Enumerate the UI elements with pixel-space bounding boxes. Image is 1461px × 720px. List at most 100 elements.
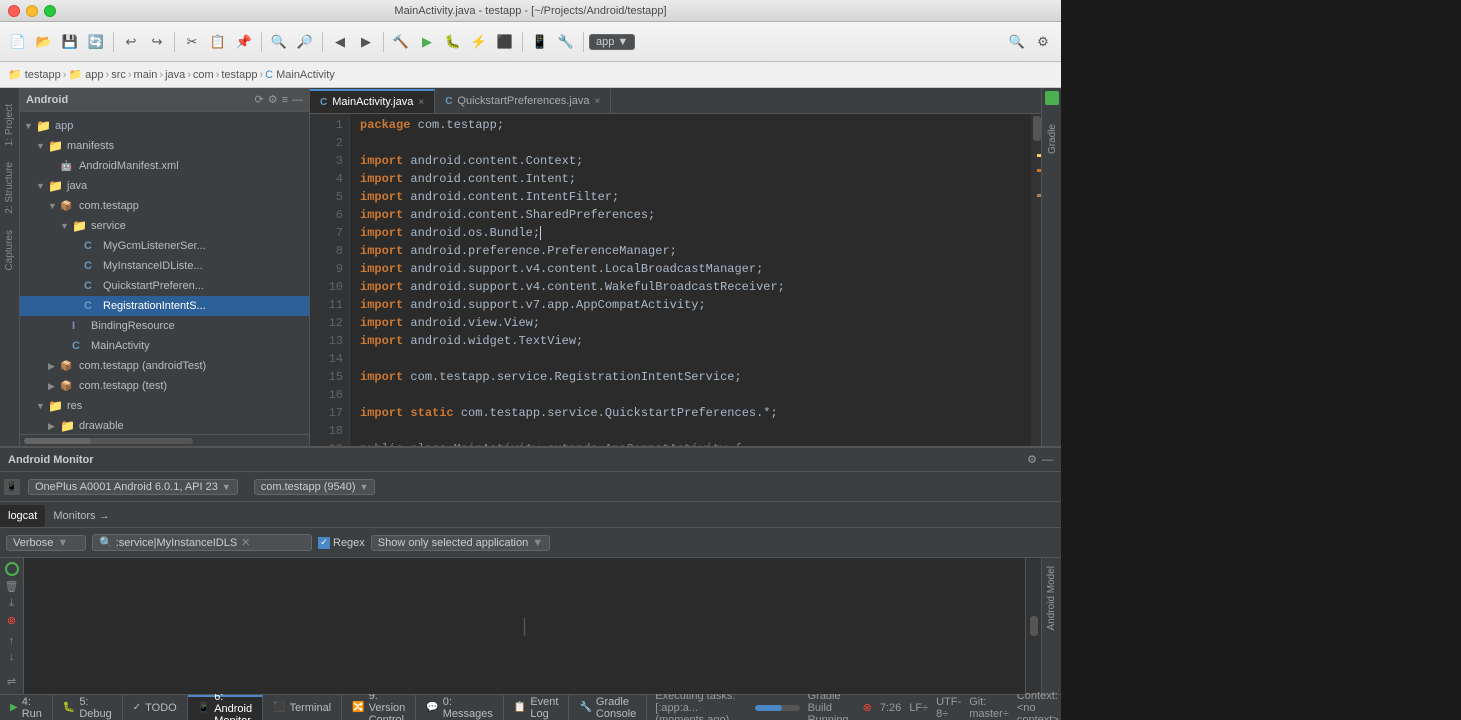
android-model-label[interactable]: Android Model [1046, 558, 1057, 638]
stop-log-icon[interactable]: ⊗ [7, 614, 16, 627]
regex-checkbox[interactable]: ✓ [318, 537, 330, 549]
progress-bar-container [755, 705, 800, 711]
replace-btn[interactable]: 🔎 [293, 30, 317, 54]
terminal-tab-icon: ⬛ [273, 702, 285, 713]
sdk-btn[interactable]: 🔧 [554, 30, 578, 54]
close-button[interactable] [8, 5, 20, 17]
open-btn[interactable]: 📂 [32, 30, 56, 54]
captures-label[interactable]: Captures [4, 222, 15, 279]
start-log-icon[interactable] [5, 562, 19, 576]
cut-btn[interactable]: ✂ [180, 30, 204, 54]
tree-item-binding[interactable]: I BindingResource [20, 316, 309, 336]
profile-btn[interactable]: ⚡ [467, 30, 491, 54]
tree-item-drawable[interactable]: ▶ 📁 drawable [20, 416, 309, 434]
device-selector[interactable]: OnePlus A0001 Android 6.0.1, API 23 ▼ [28, 479, 238, 495]
breadcrumb-app[interactable]: 📁 app [68, 68, 103, 81]
process-selector[interactable]: com.testapp (9540) ▼ [254, 479, 376, 495]
save-btn[interactable]: 💾 [58, 30, 82, 54]
breadcrumb-com[interactable]: com [193, 69, 214, 81]
stop-build-icon[interactable]: ⊗ [863, 701, 872, 714]
tab-quickstart[interactable]: C QuickstartPreferences.java × [435, 89, 611, 113]
forward-btn[interactable]: ▶ [354, 30, 378, 54]
find-btn[interactable]: 🔍 [267, 30, 291, 54]
tree-item-com-testapp[interactable]: ▼ 📦 com.testapp [20, 196, 309, 216]
breadcrumb-main[interactable]: main [134, 69, 158, 81]
search-filter[interactable]: 🔍 :service|MyInstanceIDLS ✕ [92, 534, 312, 551]
sep7 [583, 32, 584, 52]
regex-toggle[interactable]: ✓ Regex [318, 537, 365, 549]
breadcrumb-src[interactable]: src [111, 69, 126, 81]
log-level-selector[interactable]: Verbose ▼ [6, 535, 86, 551]
search-everywhere-btn[interactable]: 🔍 [1005, 30, 1029, 54]
scroll-log-icon[interactable]: ⤓ [9, 597, 14, 610]
tree-item-androidmanifest[interactable]: 🤖 AndroidManifest.xml [20, 156, 309, 176]
tab-android-monitor[interactable]: 📱 6: Android Monitor [188, 695, 263, 720]
sync-icon[interactable]: ⟳ [254, 93, 263, 106]
stop-btn[interactable]: ⬛ [493, 30, 517, 54]
monitor-minimize-icon[interactable]: — [1042, 454, 1053, 466]
undo-btn[interactable]: ↩ [119, 30, 143, 54]
tree-item-mygcm[interactable]: C MyGcmListenerSer... [20, 236, 309, 256]
tree-item-test[interactable]: ▶ 📦 com.testapp (test) [20, 376, 309, 396]
monitors-tab[interactable]: Monitors → [45, 505, 117, 527]
breadcrumb-mainactivity[interactable]: C MainActivity [265, 69, 335, 81]
settings-btn[interactable]: ⚙ [1031, 30, 1055, 54]
android-model-panel: Android Model [1041, 558, 1061, 694]
tree-item-res[interactable]: ▼ 📁 res [20, 396, 309, 416]
close-panel-icon[interactable]: — [292, 94, 303, 106]
tree-item-registration[interactable]: C RegistrationIntentS... [20, 296, 309, 316]
redo-btn[interactable]: ↪ [145, 30, 169, 54]
tab-terminal[interactable]: ⬛ Terminal [263, 695, 342, 720]
search-filter-clear[interactable]: ✕ [241, 536, 250, 549]
tree-item-app[interactable]: ▼ 📁 app [20, 116, 309, 136]
tab-version-control[interactable]: 🔀 9: Version Control [342, 695, 416, 720]
settings-icon[interactable]: ≡ [282, 94, 288, 106]
down-icon[interactable]: ↓ [9, 651, 15, 663]
tab-messages[interactable]: 💬 0: Messages [416, 695, 504, 720]
tree-item-manifests[interactable]: ▼ 📁 manifests [20, 136, 309, 156]
tree-item-androidtest[interactable]: ▶ 📦 com.testapp (androidTest) [20, 356, 309, 376]
paste-btn[interactable]: 📌 [232, 30, 256, 54]
tree-item-java[interactable]: ▼ 📁 java [20, 176, 309, 196]
gear-icon[interactable]: ⚙ [268, 93, 278, 106]
tree-item-myinstanceid[interactable]: C MyInstanceIDListe... [20, 256, 309, 276]
tree-item-mainactivity[interactable]: C MainActivity [20, 336, 309, 356]
android-monitor-panel: Android Monitor ⚙ — 📱 OnePlus A0001 Andr… [0, 446, 1061, 694]
minimize-button[interactable] [26, 5, 38, 17]
monitor-settings-icon[interactable]: ⚙ [1027, 453, 1037, 466]
run-btn[interactable]: ▶ [415, 30, 439, 54]
structure-panel-label[interactable]: 2: Structure [4, 154, 15, 222]
wrap-icon[interactable]: ⇌ [7, 675, 16, 688]
copy-btn[interactable]: 📋 [206, 30, 230, 54]
monitor-tab-icon: 📱 [198, 703, 210, 714]
logcat-tab[interactable]: logcat [0, 505, 45, 527]
breadcrumb-java[interactable]: java [165, 69, 185, 81]
app-filter-selector[interactable]: Show only selected application ▼ [371, 535, 550, 551]
tab-quickstart-close[interactable]: × [594, 96, 600, 107]
tab-gradle-console[interactable]: 🔧 Gradle Console [569, 695, 647, 720]
tab-event-log[interactable]: 📋 Event Log [504, 695, 570, 720]
tab-todo[interactable]: ✓ TODO [123, 695, 188, 720]
log-scrollbar[interactable] [1025, 558, 1041, 694]
tree-item-service[interactable]: ▼ 📁 service [20, 216, 309, 236]
project-panel-label[interactable]: 1: Project [4, 96, 15, 154]
build-btn[interactable]: 🔨 [389, 30, 413, 54]
tab-mainactivity-close[interactable]: × [418, 97, 424, 108]
sync-btn[interactable]: 🔄 [84, 30, 108, 54]
tab-mainactivity[interactable]: C MainActivity.java × [310, 89, 435, 113]
gradle-tab[interactable]: Gradle [1042, 108, 1061, 170]
clear-log-icon[interactable]: 🗑 [5, 580, 19, 593]
code-editor[interactable]: package com.testapp; import android.cont… [350, 114, 1031, 446]
tree-item-quickstart[interactable]: C QuickstartPreferen... [20, 276, 309, 296]
debug-btn[interactable]: 🐛 [441, 30, 465, 54]
up-icon[interactable]: ↑ [9, 635, 15, 647]
breadcrumb-testapp-pkg[interactable]: testapp [221, 69, 257, 81]
tab-run[interactable]: ▶ 4: Run [0, 695, 53, 720]
new-project-btn[interactable]: 📄 [6, 30, 30, 54]
tab-debug[interactable]: 🐛 5: Debug [53, 695, 123, 720]
back-btn[interactable]: ◀ [328, 30, 352, 54]
avd-btn[interactable]: 📱 [528, 30, 552, 54]
breadcrumb-testapp[interactable]: 📁 testapp [8, 68, 61, 81]
maximize-button[interactable] [44, 5, 56, 17]
run-config-selector[interactable]: app ▼ [589, 34, 635, 50]
